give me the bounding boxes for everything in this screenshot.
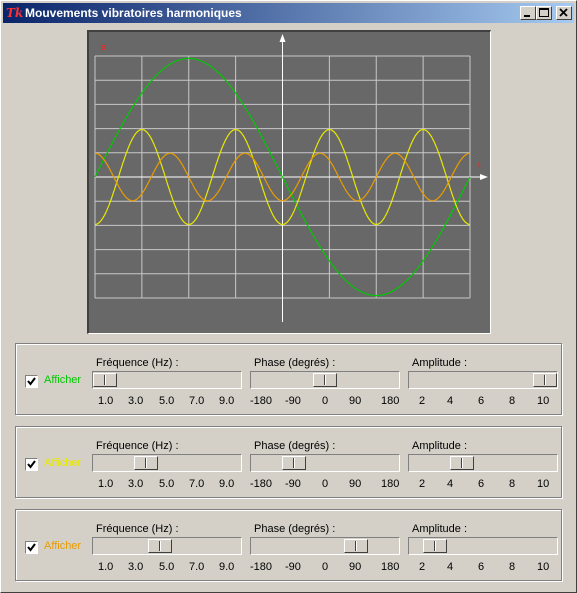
amplitude-label: Amplitude : [412,523,468,535]
phase-tick-label: -90 [285,478,301,490]
amplitude-slider-thumb[interactable] [533,373,557,387]
amp-tick-label: 10 [537,478,550,490]
phase-slider[interactable] [250,537,400,555]
phase-label: Phase (degrés) : [254,357,336,369]
freq-tick-label: 5.0 [159,395,175,407]
minimize-button[interactable] [520,6,536,20]
amplitude-label: Amplitude : [412,357,468,369]
freq-tick-label: 7.0 [189,395,205,407]
wave-panel-2: Afficher Fréquence (Hz) : Phase (degrés)… [15,426,562,498]
amp-tick-label: 8 [509,395,516,407]
freq-tick-label: 7.0 [189,478,205,490]
frequency-label: Fréquence (Hz) : [96,523,179,535]
phase-tick-label: 0 [322,561,329,573]
check-icon [27,460,36,469]
freq-tick-label: 1.0 [98,395,114,407]
amp-tick-label: 6 [478,478,485,490]
phase-slider[interactable] [250,454,400,472]
phase-label: Phase (degrés) : [254,523,336,535]
phase-slider-thumb[interactable] [313,373,337,387]
show-checkbox-label: Afficher [44,457,82,469]
phase-tick-label: 180 [381,561,400,573]
window-title: Mouvements vibratoires harmoniques [25,6,242,20]
phase-slider-thumb[interactable] [344,539,368,553]
freq-tick-label: 5.0 [159,478,175,490]
amplitude-label: Amplitude : [412,440,468,452]
phase-tick-label: -180 [250,395,273,407]
amp-tick-label: 8 [509,478,516,490]
wave-panel-3: Afficher Fréquence (Hz) : Phase (degrés)… [15,509,562,581]
close-button[interactable] [556,6,572,20]
phase-tick-label: 90 [349,561,362,573]
phase-tick-label: -90 [285,395,301,407]
freq-tick-label: 1.0 [98,478,114,490]
amp-tick-label: 2 [419,561,426,573]
amplitude-slider[interactable] [408,371,558,389]
amp-tick-label: 2 [419,478,426,490]
y-axis-label: e [101,42,106,52]
frequency-slider[interactable] [92,537,242,555]
frequency-slider-thumb[interactable] [134,456,158,470]
phase-slider-thumb[interactable] [282,456,306,470]
amplitude-slider-thumb[interactable] [423,539,447,553]
frequency-label: Fréquence (Hz) : [96,440,179,452]
check-icon [27,543,36,552]
wave-panel-1: Afficher Fréquence (Hz) : Phase (degrés)… [15,343,562,415]
freq-tick-label: 9.0 [219,478,235,490]
freq-tick-label: 7.0 [189,561,205,573]
show-checkbox-label: Afficher [44,540,82,552]
amp-tick-label: 10 [537,561,550,573]
frequency-slider[interactable] [92,371,242,389]
app-window: Tk Mouvements vibratoires harmoniques e … [0,0,577,593]
phase-tick-label: 0 [322,395,329,407]
freq-tick-label: 1.0 [98,561,114,573]
maximize-button[interactable] [536,6,552,20]
phase-tick-label: -180 [250,561,273,573]
freq-tick-label: 5.0 [159,561,175,573]
check-icon [27,377,36,386]
amp-tick-label: 10 [537,395,550,407]
amp-tick-label: 4 [447,395,454,407]
phase-tick-label: 90 [349,478,362,490]
amp-tick-label: 4 [447,478,454,490]
amplitude-slider[interactable] [408,454,558,472]
app-icon: Tk [6,6,24,20]
oscilloscope-frame: e t [87,30,491,334]
show-checkbox[interactable] [25,541,38,554]
title-bar[interactable]: Tk Mouvements vibratoires harmoniques [3,3,574,23]
amp-tick-label: 4 [447,561,454,573]
minimize-icon [524,15,530,17]
phase-tick-label: 180 [381,395,400,407]
close-icon [559,8,568,17]
amplitude-slider-thumb[interactable] [450,456,474,470]
frequency-slider-thumb[interactable] [148,539,172,553]
frequency-slider-thumb[interactable] [93,373,117,387]
freq-tick-label: 9.0 [219,561,235,573]
phase-label: Phase (degrés) : [254,440,336,452]
show-checkbox[interactable] [25,375,38,388]
freq-tick-label: 3.0 [128,561,144,573]
freq-tick-label: 3.0 [128,395,144,407]
freq-tick-label: 3.0 [128,478,144,490]
phase-tick-label: 0 [322,478,329,490]
phase-tick-label: -90 [285,561,301,573]
maximize-icon [539,8,549,17]
amp-tick-label: 2 [419,395,426,407]
amp-tick-label: 6 [478,395,485,407]
amp-tick-label: 6 [478,561,485,573]
show-checkbox[interactable] [25,458,38,471]
phase-slider[interactable] [250,371,400,389]
frequency-slider[interactable] [92,454,242,472]
phase-tick-label: 90 [349,395,362,407]
amplitude-slider[interactable] [408,537,558,555]
frequency-label: Fréquence (Hz) : [96,357,179,369]
amp-tick-label: 8 [509,561,516,573]
phase-tick-label: 180 [381,478,400,490]
oscilloscope-canvas: e t [89,32,490,333]
freq-tick-label: 9.0 [219,395,235,407]
phase-tick-label: -180 [250,478,273,490]
show-checkbox-label: Afficher [44,374,82,386]
